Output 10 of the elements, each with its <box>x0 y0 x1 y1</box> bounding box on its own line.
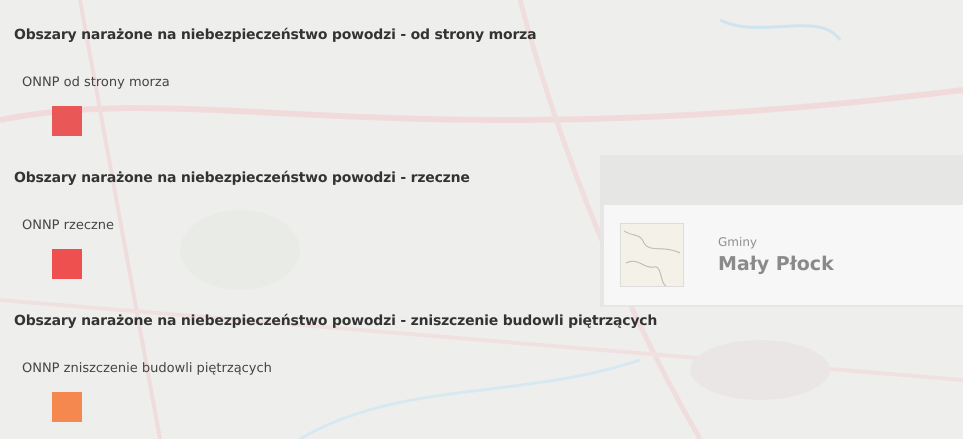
legend-item-label: ONNP rzeczne <box>22 217 114 234</box>
legend-group-title: Obszary narażone na niebezpieczeństwo powodzi - od strony morza <box>14 26 538 44</box>
feature-name: Mały Płock <box>718 253 834 275</box>
legend-item-label: ONNP od strony morza <box>22 74 170 91</box>
map-thumbnail-icon <box>620 223 684 287</box>
legend-group-title: Obszary narażone na niebezpieczeństwo powodzi - rzeczne <box>14 169 471 187</box>
popup-card[interactable]: Gminy Mały Płock <box>604 205 963 305</box>
legend-group-title: Obszary narażone na niebezpieczeństwo powodzi - zniszczenie budowli piętrzących <box>14 312 658 330</box>
legend-item-label: ONNP zniszczenie budowli piętrzących <box>22 360 272 377</box>
layer-name: Gminy <box>718 235 758 249</box>
